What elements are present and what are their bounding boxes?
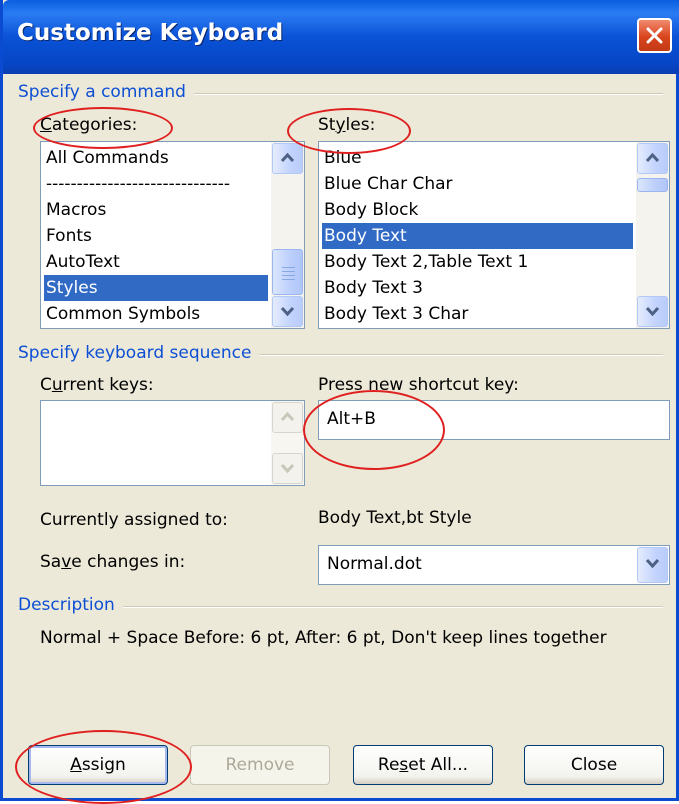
new-shortcut-label-text: ew shortcut key: bbox=[378, 375, 519, 395]
style-list-item[interactable]: Body Text bbox=[322, 223, 633, 249]
style-list-item[interactable]: Body Block bbox=[322, 197, 633, 223]
save-in-value: Normal.dot bbox=[327, 554, 422, 574]
category-list-item[interactable]: ------------------------------ bbox=[44, 171, 268, 197]
assign-button[interactable]: Assign bbox=[28, 745, 168, 785]
current-keys-label: Current keys: bbox=[40, 375, 154, 395]
category-list-item[interactable]: Common Symbols bbox=[44, 301, 268, 327]
category-list-item[interactable]: AutoText bbox=[44, 249, 268, 275]
styles-scroll-thumb[interactable] bbox=[637, 178, 668, 192]
chevron-down-icon bbox=[280, 463, 295, 474]
category-list-item[interactable]: Macros bbox=[44, 197, 268, 223]
remove-button[interactable]: Remove bbox=[190, 745, 330, 785]
categories-scroll-thumb[interactable] bbox=[272, 249, 303, 295]
new-shortcut-input[interactable]: Alt+B bbox=[318, 400, 670, 440]
category-list-item[interactable]: Styles bbox=[44, 275, 268, 301]
current-keys-scrollbar bbox=[271, 401, 304, 485]
reset-all-button[interactable]: Reset All... bbox=[353, 745, 493, 785]
categories-scrollbar[interactable] bbox=[271, 142, 304, 328]
save-in-dropdown[interactable]: Normal.dot bbox=[318, 545, 670, 585]
styles-listbox[interactable]: Blue Blue Char Char Body Block Body Text Bod… bbox=[318, 141, 670, 329]
categories-scroll-down-button[interactable] bbox=[272, 296, 303, 327]
command-section-heading: Specify a command bbox=[18, 82, 194, 102]
close-icon bbox=[646, 27, 663, 44]
chevron-up-icon bbox=[645, 152, 660, 163]
current-keys-listbox[interactable] bbox=[40, 400, 305, 486]
chevron-up-icon bbox=[280, 411, 295, 422]
close-window-button[interactable] bbox=[637, 18, 672, 53]
description-heading: Description bbox=[18, 595, 123, 615]
chevron-down-icon bbox=[645, 306, 660, 317]
categories-label: Categories: bbox=[40, 115, 138, 135]
categories-listbox[interactable]: All Commands ----------------------------… bbox=[40, 141, 305, 329]
styles-label-text: les: bbox=[345, 115, 376, 135]
category-list-item[interactable]: All Commands bbox=[44, 145, 268, 171]
save-in-label-text: e changes in: bbox=[71, 552, 186, 572]
save-in-dropdown-button[interactable] bbox=[637, 547, 668, 583]
save-in-label: Save changes in: bbox=[40, 552, 186, 572]
current-keys-scroll-up-button bbox=[272, 402, 303, 433]
window-title: Customize Keyboard bbox=[17, 20, 284, 46]
chevron-up-icon bbox=[280, 152, 295, 163]
description-text: Normal + Space Before: 6 pt, After: 6 pt… bbox=[40, 628, 607, 648]
new-shortcut-value: Alt+B bbox=[327, 409, 376, 429]
style-list-item[interactable]: Blue Char Char bbox=[322, 171, 633, 197]
assign-label: ssign bbox=[81, 755, 126, 775]
categories-scroll-up-button[interactable] bbox=[272, 143, 303, 174]
reset-all-label: et All... bbox=[408, 755, 469, 775]
current-keys-label-text: rrent keys: bbox=[62, 375, 154, 395]
styles-label: Styles: bbox=[318, 115, 376, 135]
customize-keyboard-dialog: Customize Keyboard Specify a command Cat… bbox=[0, 0, 679, 804]
categories-label-text: ategories: bbox=[51, 115, 138, 135]
styles-scroll-down-button[interactable] bbox=[637, 296, 668, 327]
category-list-item[interactable]: Fonts bbox=[44, 223, 268, 249]
styles-scrollbar[interactable] bbox=[636, 142, 669, 328]
title-bar[interactable]: Customize Keyboard bbox=[3, 0, 679, 74]
current-keys-scroll-down-button bbox=[272, 453, 303, 484]
assigned-to-value: Body Text,bt Style bbox=[318, 508, 472, 528]
style-list-item[interactable]: Body Text 3 Char bbox=[322, 301, 633, 327]
styles-scroll-up-button[interactable] bbox=[637, 143, 668, 174]
style-list-item[interactable]: Body Text 2,Table Text 1 bbox=[322, 249, 633, 275]
style-list-item[interactable]: Body Text 3 bbox=[322, 275, 633, 301]
reset-accel: s bbox=[399, 755, 409, 775]
new-shortcut-label: Press new shortcut key: bbox=[318, 375, 519, 395]
chevron-down-icon bbox=[645, 558, 660, 569]
style-list-item[interactable]: Blue bbox=[322, 145, 633, 171]
chevron-down-icon bbox=[280, 306, 295, 317]
close-button[interactable]: Close bbox=[524, 745, 664, 785]
assign-accel: A bbox=[70, 755, 82, 775]
assigned-to-label: Currently assigned to: bbox=[40, 510, 228, 530]
keyboard-section-heading: Specify keyboard sequence bbox=[18, 343, 260, 363]
